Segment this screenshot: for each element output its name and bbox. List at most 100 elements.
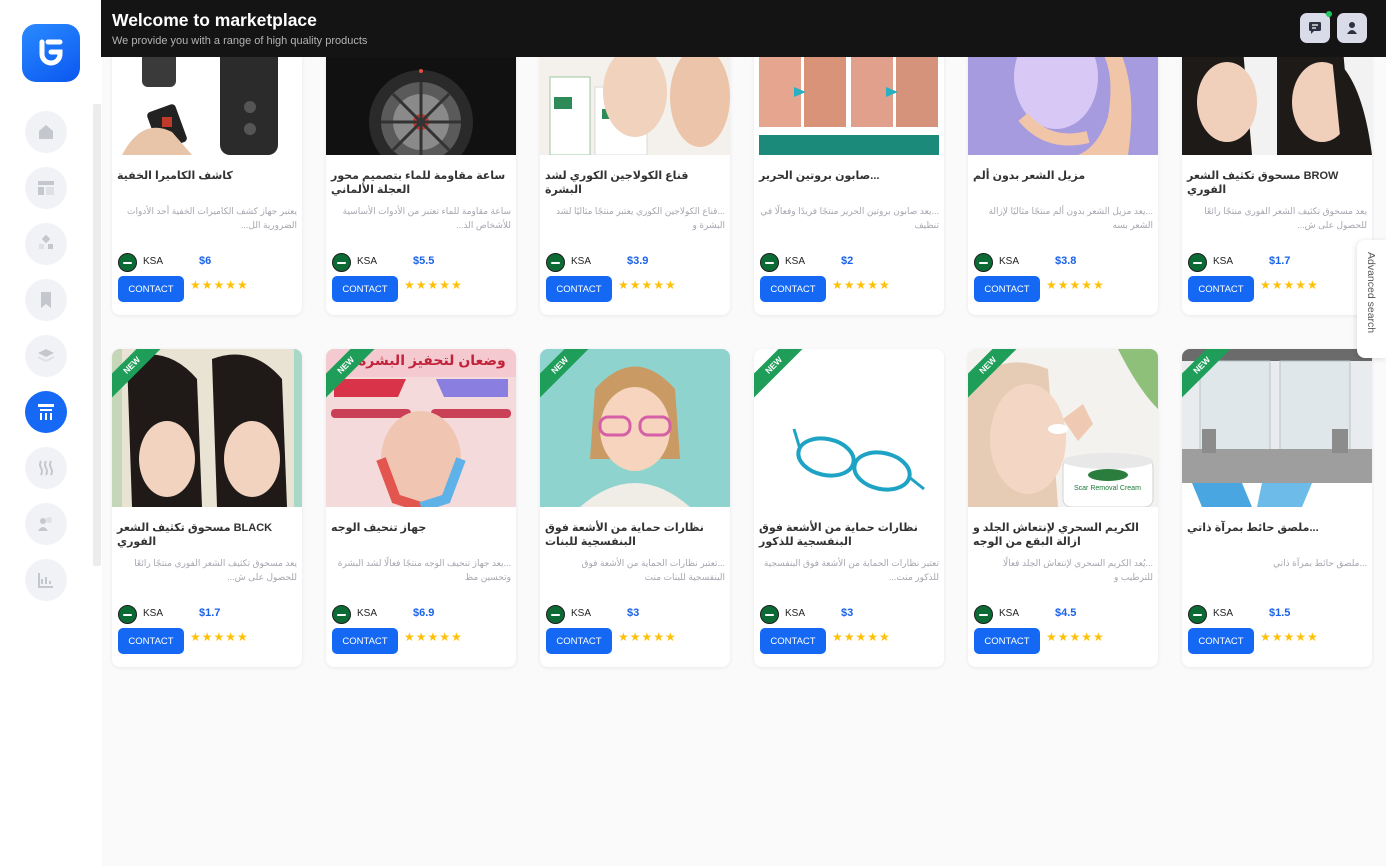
contact-button[interactable]: CONTACT bbox=[546, 628, 612, 654]
product-card[interactable]: NEW نظارات حماية من الأشعة فوق البنفسجية… bbox=[754, 349, 944, 667]
contact-button[interactable]: CONTACT bbox=[118, 628, 184, 654]
product-country: KSA bbox=[785, 256, 806, 267]
product-title[interactable]: نظارات حماية من الأشعة فوق البنفسجية للب… bbox=[545, 521, 725, 549]
apps-icon[interactable] bbox=[25, 223, 67, 265]
product-card[interactable]: وضعان لتحفيز البشرة NEW جهاز تنحيف الوجه… bbox=[326, 349, 516, 667]
sidebar-scrollbar[interactable] bbox=[93, 104, 101, 566]
product-card[interactable]: BROW مسحوق تكثيف الشعر الفوري يعد مسحوق … bbox=[1182, 57, 1372, 315]
product-title[interactable]: ساعة مقاومة للماء بتصميم محور العجلة الأ… bbox=[331, 169, 511, 197]
contact-button[interactable]: CONTACT bbox=[546, 276, 612, 302]
product-card[interactable]: ساعة مقاومة للماء بتصميم محور العجلة الأ… bbox=[326, 57, 516, 315]
contact-button[interactable]: CONTACT bbox=[332, 628, 398, 654]
product-title[interactable]: قناع الكولاجين الكوري لشد البشرة bbox=[545, 169, 725, 197]
contact-button[interactable]: CONTACT bbox=[118, 276, 184, 302]
product-country: KSA bbox=[143, 256, 164, 267]
waves-icon[interactable] bbox=[25, 447, 67, 489]
product-card[interactable]: مزيل الشعر بدون ألم ...يعد مزيل الشعر بد… bbox=[968, 57, 1158, 315]
product-country: KSA bbox=[143, 608, 164, 619]
product-image[interactable] bbox=[540, 57, 730, 155]
store-icon[interactable] bbox=[25, 391, 67, 433]
product-description: تعتبر نظارات الحماية من الأشعة فوق البنف… bbox=[763, 558, 939, 582]
layout-icon[interactable] bbox=[25, 167, 67, 209]
contact-button[interactable]: CONTACT bbox=[332, 276, 398, 302]
product-image[interactable]: NEW bbox=[112, 349, 302, 507]
saudi-flag-icon bbox=[1188, 253, 1207, 272]
saudi-flag-icon bbox=[1188, 605, 1207, 624]
product-price: $3 bbox=[841, 607, 854, 619]
rating-stars: ★★★★★ bbox=[404, 630, 463, 644]
product-card[interactable]: NEW BLACK مسحوق تكثيف الشعر الفوري يعد م… bbox=[112, 349, 302, 667]
product-country: KSA bbox=[1213, 608, 1234, 619]
product-title[interactable]: كاشف الكاميرا الخفية bbox=[117, 169, 297, 183]
layers-icon[interactable] bbox=[25, 335, 67, 377]
product-title[interactable]: جهاز تنحيف الوجه bbox=[331, 521, 511, 535]
product-title[interactable]: ...ملصق حائط بمرآة ذاتي bbox=[1187, 521, 1367, 535]
product-title[interactable]: ...صابون بروتين الحرير bbox=[759, 169, 939, 183]
contact-button[interactable]: CONTACT bbox=[974, 276, 1040, 302]
product-description: ...ملصق حائط بمرآة ذاتي bbox=[1273, 558, 1367, 568]
user-icon bbox=[1347, 22, 1357, 34]
product-card[interactable]: قناع الكولاجين الكوري لشد البشرة ...قناع… bbox=[540, 57, 730, 315]
product-description: يعد مسحوق تكثيف الشعر الفوري منتجًا رائع… bbox=[1204, 206, 1367, 230]
product-image[interactable]: NEW bbox=[754, 349, 944, 507]
product-image[interactable] bbox=[326, 57, 516, 155]
product-image[interactable] bbox=[112, 57, 302, 155]
saudi-flag-icon bbox=[546, 605, 565, 624]
sidebar bbox=[0, 0, 102, 866]
product-title[interactable]: مزيل الشعر بدون ألم bbox=[973, 169, 1153, 183]
product-row-2: NEW BLACK مسحوق تكثيف الشعر الفوري يعد م… bbox=[112, 349, 1372, 667]
product-grid: كاشف الكاميرا الخفية يعتبر جهاز كشف الكا… bbox=[102, 57, 1386, 866]
product-country: KSA bbox=[999, 608, 1020, 619]
product-image-text: Scar Removal Cream bbox=[1074, 485, 1141, 492]
product-price: $6 bbox=[199, 255, 212, 267]
rating-stars: ★★★★★ bbox=[832, 630, 891, 644]
product-title[interactable]: نظارات حماية من الأشعة فوق البنفسجية للذ… bbox=[759, 521, 939, 549]
saudi-flag-icon bbox=[118, 605, 137, 624]
contact-button[interactable]: CONTACT bbox=[760, 628, 826, 654]
users-icon[interactable] bbox=[25, 503, 67, 545]
product-title[interactable]: BROW مسحوق تكثيف الشعر الفوري bbox=[1187, 169, 1367, 197]
product-description: ...يعد صابون بروتين الحرير منتجًا فريدًا… bbox=[760, 206, 939, 230]
rating-stars: ★★★★★ bbox=[190, 630, 249, 644]
product-price: $4.5 bbox=[1055, 607, 1077, 619]
saudi-flag-icon bbox=[118, 253, 137, 272]
product-image[interactable] bbox=[1182, 57, 1372, 155]
rating-stars: ★★★★★ bbox=[618, 278, 677, 292]
profile-button[interactable] bbox=[1337, 13, 1367, 43]
product-description: ...يعد مزيل الشعر بدون ألم منتجًا مثاليً… bbox=[988, 206, 1153, 230]
product-image[interactable]: NEW bbox=[540, 349, 730, 507]
header: Welcome to marketplace We provide you wi… bbox=[101, 0, 1386, 57]
home-icon[interactable] bbox=[25, 111, 67, 153]
logo-icon[interactable] bbox=[22, 24, 80, 82]
chat-button[interactable] bbox=[1300, 13, 1330, 43]
product-card[interactable]: كاشف الكاميرا الخفية يعتبر جهاز كشف الكا… bbox=[112, 57, 302, 315]
product-price: $5.5 bbox=[413, 255, 435, 267]
chart-icon[interactable] bbox=[25, 559, 67, 601]
product-image[interactable] bbox=[754, 57, 944, 155]
page-subtitle: We provide you with a range of high qual… bbox=[112, 35, 368, 47]
contact-button[interactable]: CONTACT bbox=[974, 628, 1040, 654]
product-title[interactable]: الكريم السحري لإنتعاش الجلد و ازالة البق… bbox=[973, 521, 1153, 549]
product-country: KSA bbox=[357, 256, 378, 267]
product-card[interactable]: Scar Removal Cream NEW الكريم السحري لإن… bbox=[968, 349, 1158, 667]
bookmark-icon[interactable] bbox=[25, 279, 67, 321]
product-card[interactable]: NEW نظارات حماية من الأشعة فوق البنفسجية… bbox=[540, 349, 730, 667]
product-row-1: كاشف الكاميرا الخفية يعتبر جهاز كشف الكا… bbox=[112, 57, 1372, 315]
product-description: ساعة مقاومة للماء تعتبر من الأدوات الأسا… bbox=[342, 206, 511, 230]
saudi-flag-icon bbox=[332, 605, 351, 624]
saudi-flag-icon bbox=[760, 253, 779, 272]
product-image[interactable]: وضعان لتحفيز البشرة NEW bbox=[326, 349, 516, 507]
contact-button[interactable]: CONTACT bbox=[1188, 276, 1254, 302]
advanced-search-tab[interactable]: Advanced search bbox=[1357, 240, 1386, 358]
saudi-flag-icon bbox=[974, 253, 993, 272]
product-image[interactable] bbox=[968, 57, 1158, 155]
product-card[interactable]: NEW ...ملصق حائط بمرآة ذاتي ...ملصق حائط… bbox=[1182, 349, 1372, 667]
rating-stars: ★★★★★ bbox=[1260, 278, 1319, 292]
product-card[interactable]: ...صابون بروتين الحرير ...يعد صابون بروت… bbox=[754, 57, 944, 315]
product-image[interactable]: Scar Removal Cream NEW bbox=[968, 349, 1158, 507]
contact-button[interactable]: CONTACT bbox=[760, 276, 826, 302]
product-image[interactable]: NEW bbox=[1182, 349, 1372, 507]
saudi-flag-icon bbox=[332, 253, 351, 272]
contact-button[interactable]: CONTACT bbox=[1188, 628, 1254, 654]
product-title[interactable]: BLACK مسحوق تكثيف الشعر الفوري bbox=[117, 521, 297, 549]
